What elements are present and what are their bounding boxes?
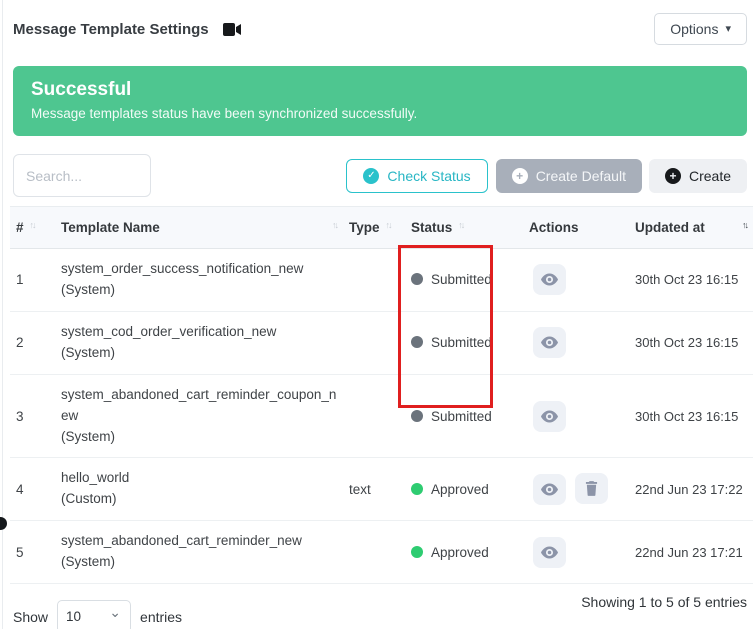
type-cell: [343, 521, 405, 584]
column-header-type[interactable]: Type↑↓: [343, 207, 405, 249]
column-header-status[interactable]: Status↑↓: [405, 207, 523, 249]
eye-icon: [541, 336, 558, 349]
updated-at-cell: 30th Oct 23 16:15: [629, 311, 753, 374]
table-toolbar: ✓ Check Status + Create Default + Create: [13, 154, 747, 197]
video-camera-icon: [223, 23, 241, 36]
table-header-row: #↑↓ Template Name↑↓ Type↑↓ Status↑↓ Acti…: [10, 207, 753, 249]
show-label: Show: [13, 609, 48, 625]
column-header-actions: Actions: [523, 207, 629, 249]
page-size-select-wrap: 10 ⌄: [57, 600, 131, 629]
sort-icon: ↑↓: [386, 220, 391, 230]
table-row: 1 system_order_success_notification_new(…: [10, 249, 753, 312]
column-header-template-name[interactable]: Template Name↑↓: [55, 207, 343, 249]
delete-button[interactable]: [575, 473, 608, 504]
create-default-label: Create Default: [536, 168, 626, 184]
footer-right: Showing 1 to 5 of 5 entries Previous 1 N…: [565, 594, 747, 629]
row-number: 4: [10, 458, 55, 521]
type-cell: text: [343, 458, 405, 521]
table-row: 2 system_cod_order_verification_new(Syst…: [10, 311, 753, 374]
status-dot: [411, 410, 423, 422]
updated-at-cell: 30th Oct 23 16:15: [629, 374, 753, 458]
row-number: 1: [10, 249, 55, 312]
view-button[interactable]: [533, 327, 566, 358]
view-button[interactable]: [533, 264, 566, 295]
actions-cell: [523, 249, 629, 312]
table-row: 3 system_abandoned_cart_reminder_coupon_…: [10, 374, 753, 458]
page-title: Message Template Settings: [13, 21, 209, 38]
check-status-button[interactable]: ✓ Check Status: [346, 159, 487, 193]
page-header: Message Template Settings Options ▾: [0, 0, 755, 46]
actions-cell: [523, 374, 629, 458]
actions-cell: [523, 458, 629, 521]
options-button[interactable]: Options ▾: [654, 13, 747, 45]
sort-icon: ↑↓: [458, 220, 463, 230]
view-button[interactable]: [533, 401, 566, 432]
card-left-border: [2, 0, 3, 629]
caret-down-icon: ▾: [725, 24, 731, 35]
actions-cell: [523, 311, 629, 374]
type-cell: [343, 311, 405, 374]
sort-icon: ↑↓: [332, 220, 337, 230]
status-cell: Submitted: [405, 311, 523, 374]
eye-icon: [541, 546, 558, 559]
eye-icon: [541, 410, 558, 423]
view-button[interactable]: [533, 474, 566, 505]
trash-icon: [585, 481, 598, 496]
template-name-cell: hello_world(Custom): [55, 458, 343, 521]
alert-message: Message templates status have been synch…: [31, 106, 729, 121]
view-button[interactable]: [533, 537, 566, 568]
type-cell: [343, 374, 405, 458]
page-size-select[interactable]: 10: [57, 600, 131, 629]
sort-icon: ↑↓: [30, 220, 35, 230]
plus-circle-icon: +: [665, 168, 681, 184]
showing-entries-text: Showing 1 to 5 of 5 entries: [581, 594, 747, 610]
table-row: 4 hello_world(Custom) text Approved 22nd…: [10, 458, 753, 521]
row-number: 2: [10, 311, 55, 374]
row-number: 5: [10, 521, 55, 584]
status-cell: Approved: [405, 458, 523, 521]
status-cell: Submitted: [405, 249, 523, 312]
search-input[interactable]: [13, 154, 151, 197]
updated-at-cell: 22nd Jun 23 17:22: [629, 458, 753, 521]
create-label: Create: [689, 168, 731, 184]
type-cell: [343, 249, 405, 312]
eye-icon: [541, 273, 558, 286]
status-cell: Submitted: [405, 374, 523, 458]
status-dot: [411, 546, 423, 558]
template-name-cell: system_abandoned_cart_reminder_coupon_ne…: [55, 374, 343, 458]
title-group: Message Template Settings: [13, 21, 241, 38]
template-name-cell: system_order_success_notification_new(Sy…: [55, 249, 343, 312]
check-status-label: Check Status: [387, 168, 470, 184]
create-default-button[interactable]: + Create Default: [496, 159, 642, 193]
updated-at-cell: 22nd Jun 23 17:21: [629, 521, 753, 584]
check-circle-icon: ✓: [363, 168, 379, 184]
status-cell: Approved: [405, 521, 523, 584]
templates-table: #↑↓ Template Name↑↓ Type↑↓ Status↑↓ Acti…: [10, 206, 753, 584]
templates-table-wrapper: #↑↓ Template Name↑↓ Type↑↓ Status↑↓ Acti…: [0, 206, 755, 584]
column-header-updated-at[interactable]: Updated at↑↓: [629, 207, 753, 249]
sort-icon: ↑↓: [742, 220, 747, 230]
column-header-number[interactable]: #↑↓: [10, 207, 55, 249]
table-row: 5 system_abandoned_cart_reminder_new(Sys…: [10, 521, 753, 584]
row-number: 3: [10, 374, 55, 458]
status-dot: [411, 483, 423, 495]
message-template-settings-page: Message Template Settings Options ▾ Succ…: [0, 0, 755, 629]
template-name-cell: system_abandoned_cart_reminder_new(Syste…: [55, 521, 343, 584]
table-footer: Show 10 ⌄ entries Showing 1 to 5 of 5 en…: [13, 594, 747, 629]
options-button-label: Options: [670, 21, 718, 37]
status-dot: [411, 336, 423, 348]
plus-circle-icon: +: [512, 168, 528, 184]
updated-at-cell: 30th Oct 23 16:15: [629, 249, 753, 312]
success-alert: Successful Message templates status have…: [13, 66, 747, 136]
status-dot: [411, 273, 423, 285]
entries-label: entries: [140, 609, 182, 625]
page-size-group: Show 10 ⌄ entries: [13, 600, 182, 629]
create-button[interactable]: + Create: [649, 159, 747, 193]
actions-cell: [523, 521, 629, 584]
eye-icon: [541, 483, 558, 496]
template-name-cell: system_cod_order_verification_new(System…: [55, 311, 343, 374]
alert-title: Successful: [31, 79, 729, 101]
